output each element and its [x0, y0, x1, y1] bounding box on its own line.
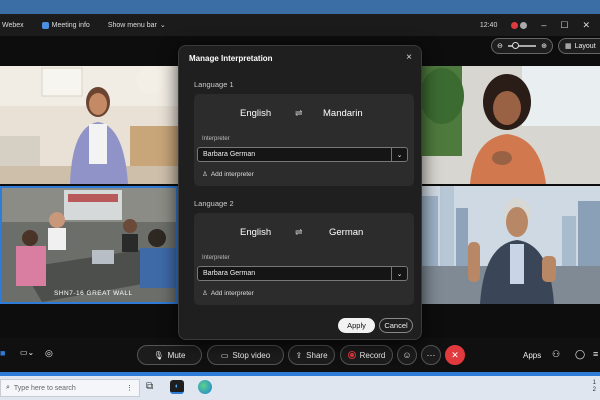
chat-icon[interactable]: ◯: [575, 349, 585, 360]
language-2-interpreter-value: Barbara German: [203, 270, 256, 277]
show-menu-bar-button[interactable]: Show menu bar ⌄: [107, 21, 166, 30]
zoom-control[interactable]: ⊖ ⊕: [491, 38, 553, 54]
participant-3-video: [422, 186, 600, 304]
language-1-label: Language 1: [194, 80, 234, 89]
zoom-in-icon[interactable]: ⊕: [541, 42, 547, 50]
show-menu-bar-label: Show menu bar: [107, 21, 157, 29]
video-tile-participant-1[interactable]: [0, 66, 178, 184]
language-2-add-interpreter[interactable]: ♙ Add interpreter: [202, 289, 254, 298]
participant-2-video: [422, 66, 600, 184]
participant-1-video: [0, 66, 178, 184]
chevron-down-icon[interactable]: ⌄: [391, 148, 407, 161]
status-dots: [511, 21, 528, 29]
language-2-target[interactable]: German: [329, 227, 363, 238]
chevron-down-icon[interactable]: ⌄: [391, 267, 407, 280]
participants-icon[interactable]: ⚇: [552, 349, 560, 360]
device-settings-icon[interactable]: ▭⌄: [20, 348, 34, 357]
chevron-down-icon: ⌄: [159, 22, 166, 29]
language-1-interpreter-label: Interpreter: [202, 136, 230, 142]
taskbar-search-placeholder: Type here to search: [13, 384, 76, 392]
share-icon: ⇪: [295, 350, 303, 360]
language-1-target[interactable]: Mandarin: [323, 108, 363, 119]
end-call-icon: ✕: [451, 349, 459, 360]
add-interpreter-label: Add interpreter: [210, 170, 254, 178]
layout-label: Layout: [574, 42, 596, 50]
add-person-icon: ♙: [202, 171, 208, 178]
stop-video-label: Stop video: [232, 350, 271, 360]
network-icon[interactable]: ◎: [45, 348, 53, 359]
end-call-button[interactable]: ✕: [445, 345, 465, 365]
zoom-slider[interactable]: [508, 42, 536, 49]
zoom-slider-handle[interactable]: [512, 42, 519, 49]
edge-taskbar-icon[interactable]: [198, 380, 212, 394]
language-1-card: English ⇌ Mandarin Interpreter Barbara G…: [194, 94, 414, 186]
reactions-button[interactable]: ☺: [397, 345, 417, 365]
video-tile-conference-room[interactable]: SHN7-16 GREAT WALL: [0, 186, 178, 304]
smiley-icon: ☺: [402, 350, 412, 360]
webex-brand: Webex: [2, 22, 24, 29]
language-1-source[interactable]: English: [240, 108, 271, 119]
meeting-info-button[interactable]: Meeting info: [41, 21, 90, 29]
stop-video-button[interactable]: ▭ Stop video: [207, 345, 284, 365]
video-tile-participant-2[interactable]: [422, 66, 600, 184]
manage-interpretation-dialog: Manage Interpretation × Language 1 Engli…: [178, 45, 422, 340]
swap-icon[interactable]: ⇌: [295, 108, 303, 119]
dialog-title: Manage Interpretation: [189, 54, 273, 63]
share-label: Share: [306, 350, 328, 360]
meeting-info-label: Meeting info: [51, 21, 90, 29]
language-1-interpreter-select[interactable]: Barbara German ⌄: [197, 147, 408, 162]
cancel-button[interactable]: Cancel: [379, 318, 413, 333]
language-1-interpreter-value: Barbara German: [203, 151, 256, 158]
microphone-search-icon[interactable]: ⋮: [126, 384, 133, 392]
layout-icon: ▦: [565, 43, 572, 50]
close-window-icon[interactable]: ✕: [582, 20, 590, 31]
language-2-interpreter-label: Interpreter: [202, 255, 230, 261]
language-2-interpreter-select[interactable]: Barbara German ⌄: [197, 266, 408, 281]
video-tile-participant-3[interactable]: [422, 186, 600, 304]
apps-button[interactable]: Apps: [523, 351, 541, 360]
app-top-bar: Webex Meeting info Show menu bar ⌄ 12:40…: [0, 14, 600, 36]
windows-taskbar: ⌕ Type here to search ⋮ ⧉ ◐ 12: [0, 376, 600, 400]
mute-button[interactable]: 🎙︎ Mute: [137, 345, 202, 365]
search-icon: ⌕: [6, 384, 10, 391]
microphone-icon: 🎙︎: [153, 350, 164, 360]
layout-button[interactable]: ▦ Layout: [558, 38, 600, 54]
desktop-background: [0, 0, 600, 14]
conference-room-video: [2, 188, 176, 302]
clock: 12:40: [479, 21, 498, 29]
taskbar-search[interactable]: ⌕ Type here to search ⋮: [0, 379, 140, 397]
language-1-add-interpreter[interactable]: ♙ Add interpreter: [202, 170, 254, 179]
record-icon: [347, 351, 356, 359]
system-tray-time: 12: [592, 380, 596, 393]
task-view-icon[interactable]: ⧉: [146, 381, 153, 392]
swap-icon[interactable]: ⇌: [295, 227, 303, 238]
add-person-icon: ♙: [202, 290, 208, 297]
webex-taskbar-icon[interactable]: ◐: [170, 380, 184, 394]
maximize-icon[interactable]: ☐: [560, 20, 568, 31]
share-button[interactable]: ⇪ Share: [288, 345, 335, 365]
record-button[interactable]: Record: [340, 345, 393, 365]
ellipsis-icon: ···: [426, 350, 436, 360]
apply-button[interactable]: Apply: [338, 318, 375, 333]
info-icon: [41, 21, 49, 29]
zoom-out-icon[interactable]: ⊖: [497, 42, 503, 50]
more-panels-icon[interactable]: ≡: [593, 349, 598, 359]
close-icon[interactable]: ×: [406, 52, 412, 63]
webex-label: Webex: [2, 21, 24, 29]
camera-icon[interactable]: ■: [0, 348, 5, 358]
status-dot-icon: [511, 21, 519, 29]
more-options-button[interactable]: ···: [421, 345, 441, 365]
minimize-icon[interactable]: –: [541, 20, 546, 30]
record-label: Record: [359, 350, 386, 360]
room-sign: SHN7-16 GREAT WALL: [54, 290, 133, 297]
add-interpreter-label: Add interpreter: [210, 289, 254, 297]
language-2-card: English ⇌ German Interpreter Barbara Ger…: [194, 213, 414, 305]
language-2-source[interactable]: English: [240, 227, 271, 238]
window-controls: 12:40 – ☐ ✕: [480, 14, 590, 36]
video-icon: ▭: [220, 350, 229, 360]
meeting-controls-bar: ■ ▭⌄ ◎ 🎙︎ Mute ▭ Stop video ⇪ Share Reco…: [0, 338, 600, 372]
language-2-label: Language 2: [194, 199, 234, 208]
avatar[interactable]: [520, 21, 528, 29]
mute-label: Mute: [167, 350, 186, 360]
